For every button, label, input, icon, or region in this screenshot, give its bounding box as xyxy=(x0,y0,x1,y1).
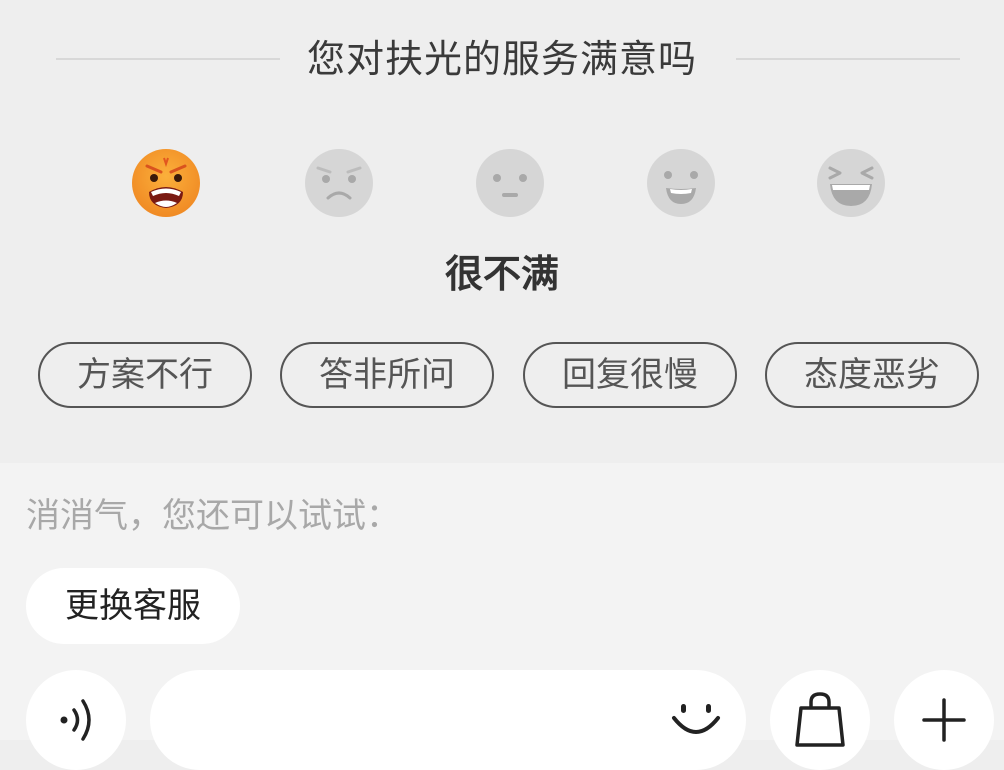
laugh-face-icon[interactable] xyxy=(816,148,886,218)
switch-agent-button[interactable]: 更换客服 xyxy=(26,568,240,644)
voice-button[interactable] xyxy=(26,670,126,770)
rating-label: 很不满 xyxy=(444,252,559,296)
add-button[interactable] xyxy=(894,670,994,770)
survey-title: 您对扶光的服务满意吗 xyxy=(306,37,697,81)
plus-icon xyxy=(922,698,966,742)
suggestion-hint: 消消气，您还可以试试： xyxy=(26,496,400,536)
message-input[interactable] xyxy=(150,670,746,770)
shopping-bag-icon xyxy=(795,692,845,747)
shop-button[interactable] xyxy=(770,670,870,770)
satisfaction-survey: 您对扶光的服务满意吗 很不满 方案不行 答非所问 回复很慢 态度恶劣 xyxy=(0,0,1004,463)
divider-left xyxy=(56,58,280,60)
tag-slow-reply[interactable]: 回复很慢 xyxy=(523,342,737,408)
voice-icon xyxy=(60,699,91,741)
emoji-icon[interactable] xyxy=(666,690,726,750)
tag-solution-bad[interactable]: 方案不行 xyxy=(38,342,252,408)
tag-bad-attitude[interactable]: 态度恶劣 xyxy=(765,342,979,408)
smile-face-icon[interactable] xyxy=(646,148,716,218)
sad-face-icon[interactable] xyxy=(304,148,374,218)
tag-irrelevant-answer[interactable]: 答非所问 xyxy=(280,342,494,408)
angry-face-icon[interactable] xyxy=(131,148,201,218)
neutral-face-icon[interactable] xyxy=(475,148,545,218)
divider-right xyxy=(736,58,960,60)
